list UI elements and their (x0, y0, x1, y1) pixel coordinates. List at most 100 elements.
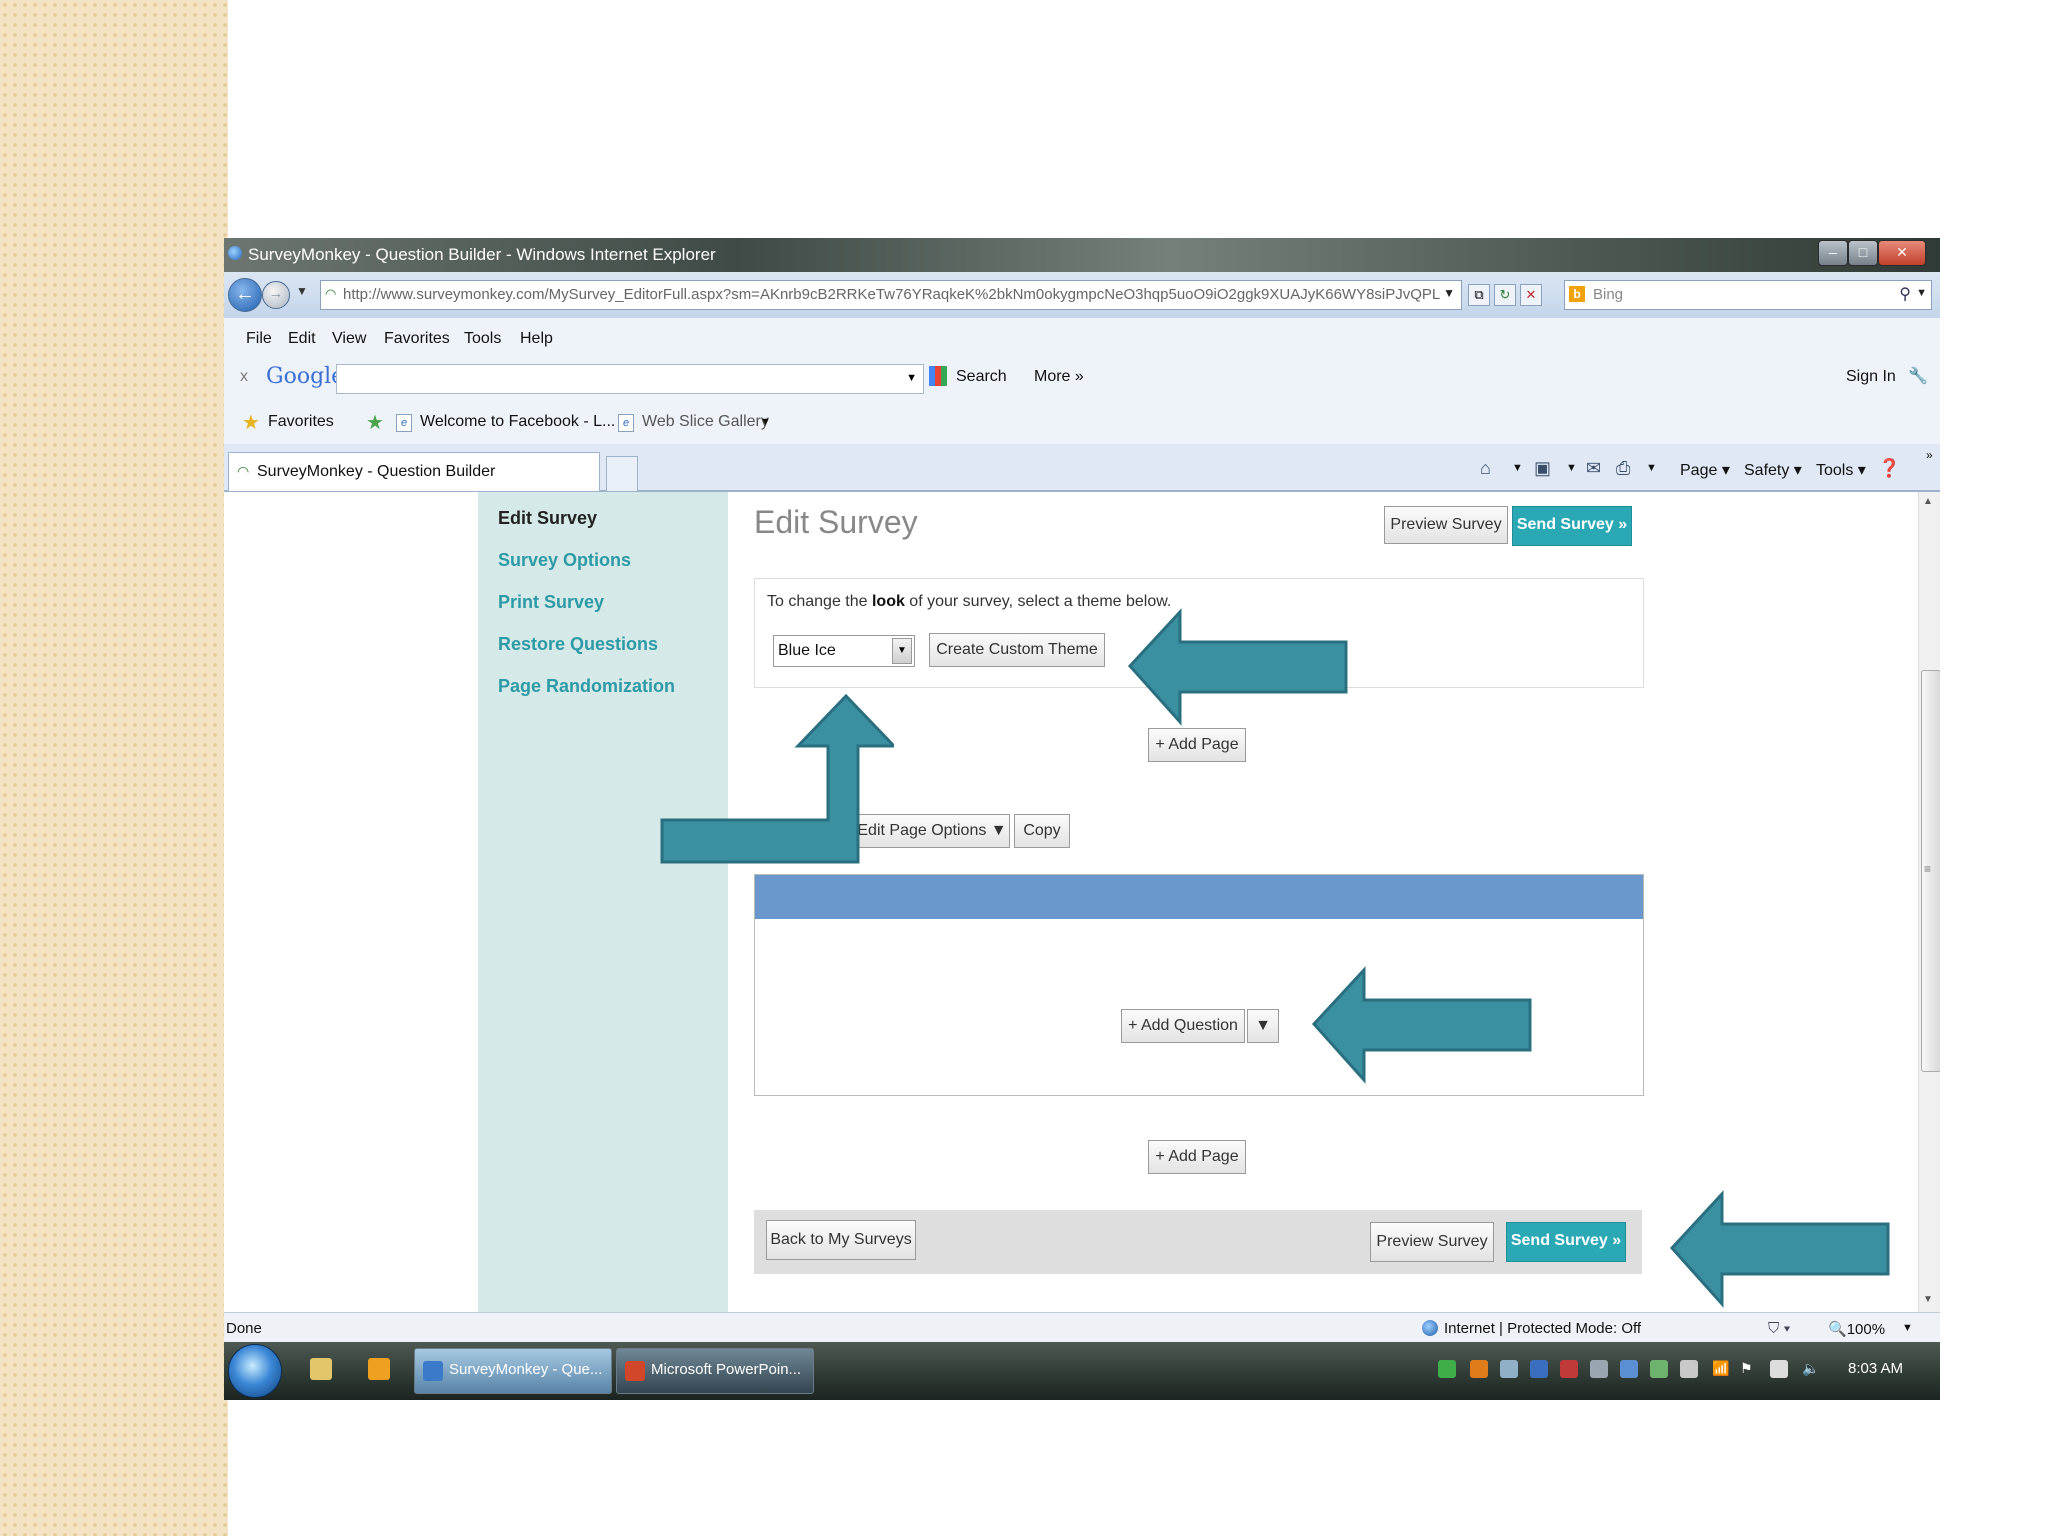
start-button[interactable] (228, 1344, 282, 1398)
copy-page-button[interactable]: Copy (1014, 814, 1070, 848)
favorites-star-icon: ★ (242, 412, 260, 434)
scroll-down-icon[interactable]: ▼ (1923, 1294, 1933, 1305)
google-more-button[interactable]: More » (1034, 368, 1084, 386)
close-toolbar-icon[interactable]: x (240, 368, 248, 386)
send-survey-button[interactable]: Send Survey » (1512, 506, 1632, 546)
tray-icon[interactable] (1680, 1360, 1698, 1378)
sidebar-item-page-randomization[interactable]: Page Randomization (498, 676, 675, 697)
print-icon[interactable]: ⎙ (1616, 458, 1630, 479)
send-survey-button-bottom[interactable]: Send Survey » (1506, 1222, 1626, 1262)
compatibility-icon[interactable]: ⧉ (1468, 284, 1490, 306)
google-search-input[interactable]: ▼ (336, 364, 924, 394)
sign-in-link[interactable]: Sign In (1846, 368, 1896, 386)
tools-menu[interactable]: Tools ▾ (1816, 460, 1866, 480)
add-page-button[interactable]: + Add Page (1148, 728, 1246, 762)
history-dropdown-icon[interactable]: ▼ (296, 284, 308, 298)
add-favorite-icon[interactable]: ★ (366, 410, 384, 435)
help-icon[interactable]: ❓ (1878, 458, 1900, 479)
tray-icon[interactable] (1438, 1360, 1456, 1378)
preview-survey-button-bottom[interactable]: Preview Survey (1370, 1222, 1494, 1262)
safety-menu[interactable]: Safety ▾ (1744, 460, 1802, 480)
favorites-button[interactable]: Favorites (268, 413, 334, 431)
feeds-dropdown-icon[interactable]: ▼ (1566, 462, 1577, 474)
zoom-level[interactable]: 🔍100% (1828, 1320, 1885, 1338)
menu-file[interactable]: File (246, 330, 272, 348)
address-bar[interactable]: ◠ http://www.surveymonkey.com/MySurvey_E… (320, 280, 1462, 310)
survey-sidebar: Edit Survey Survey Options Print Survey … (478, 492, 728, 1312)
protected-mode-icon[interactable]: ⛉ ▾ (1768, 1320, 1791, 1337)
search-box[interactable]: b Bing ⚲ ▼ (1564, 280, 1932, 310)
vertical-scrollbar[interactable]: ▲ ≡ ▼ (1918, 492, 1940, 1312)
ie-icon (228, 246, 242, 260)
taskbar-item-surveymonkey[interactable]: SurveyMonkey - Que... (414, 1348, 612, 1394)
menu-view[interactable]: View (332, 330, 366, 348)
google-search-button[interactable]: Search (956, 368, 1007, 386)
back-button[interactable]: ← (228, 278, 262, 312)
survey-footer-bar: Back to My Surveys Preview Survey Send S… (754, 1210, 1642, 1274)
home-dropdown-icon[interactable]: ▼ (1512, 462, 1523, 474)
new-tab-button[interactable] (606, 456, 638, 491)
taskbar-item-label: SurveyMonkey - Que... (449, 1361, 603, 1378)
globe-icon (1422, 1320, 1438, 1336)
search-icon[interactable]: ⚲ (1899, 284, 1911, 304)
power-icon[interactable] (1770, 1360, 1788, 1378)
preview-survey-button[interactable]: Preview Survey (1384, 506, 1508, 544)
maximize-button[interactable]: □ (1848, 240, 1878, 266)
tray-icon[interactable] (1500, 1360, 1518, 1378)
stop-icon[interactable]: ✕ (1520, 284, 1542, 306)
menu-help[interactable]: Help (520, 330, 553, 348)
feeds-icon[interactable]: ▣ (1534, 458, 1551, 479)
home-icon[interactable]: ⌂ (1480, 458, 1491, 479)
tray-icon[interactable] (1590, 1360, 1608, 1378)
minimize-button[interactable]: – (1818, 240, 1848, 266)
menu-edit[interactable]: Edit (288, 330, 316, 348)
sidebar-item-survey-options[interactable]: Survey Options (498, 550, 631, 571)
web-slice-dropdown-icon[interactable]: ▼ (760, 416, 771, 428)
search-dropdown-icon[interactable]: ▼ (1916, 287, 1927, 299)
ie-page-icon: e (396, 414, 412, 432)
add-question-menu-button[interactable]: ▼ (1247, 1009, 1279, 1043)
google-logo: Google (266, 364, 345, 389)
tray-icon[interactable] (1560, 1360, 1578, 1378)
security-zone: Internet | Protected Mode: Off (1444, 1320, 1642, 1337)
menu-bar: File Edit View Favorites Tools Help (224, 318, 1940, 359)
menu-tools[interactable]: Tools (464, 330, 501, 348)
tray-icon[interactable] (1470, 1360, 1488, 1378)
sidebar-item-edit-survey[interactable]: Edit Survey (498, 508, 597, 529)
wrench-icon[interactable]: 🔧 (1908, 366, 1928, 386)
media-player-icon[interactable] (368, 1358, 390, 1380)
network-icon[interactable]: 📶 (1712, 1360, 1730, 1378)
add-question-button[interactable]: + Add Question (1121, 1009, 1245, 1043)
back-to-my-surveys-button[interactable]: Back to My Surveys (766, 1220, 916, 1260)
explorer-icon[interactable] (310, 1358, 332, 1380)
address-dropdown-icon[interactable]: ▼ (1443, 286, 1455, 300)
tab-surveymonkey[interactable]: ◠ SurveyMonkey - Question Builder (228, 452, 600, 491)
flag-icon[interactable]: ⚑ (1740, 1360, 1758, 1378)
tray-icon[interactable] (1650, 1360, 1668, 1378)
chevron-more-icon[interactable]: » (1926, 448, 1933, 462)
print-dropdown-icon[interactable]: ▼ (1646, 462, 1657, 474)
google-dropdown-icon[interactable]: ▼ (906, 372, 917, 384)
web-slice-gallery[interactable]: Web Slice Gallery (642, 413, 769, 431)
add-page-button-bottom[interactable]: + Add Page (1148, 1140, 1246, 1174)
theme-select-value: Blue Ice (778, 642, 836, 659)
create-custom-theme-button[interactable]: Create Custom Theme (929, 633, 1105, 667)
tray-icon[interactable] (1530, 1360, 1548, 1378)
zoom-dropdown-icon[interactable]: ▼ (1902, 1322, 1913, 1334)
sidebar-item-print-survey[interactable]: Print Survey (498, 592, 604, 613)
google-toolbar: x Google ▼ Search More » Sign In 🔧 (224, 358, 1940, 401)
sidebar-item-restore-questions[interactable]: Restore Questions (498, 634, 658, 655)
chevron-down-icon[interactable]: ▼ (892, 638, 912, 664)
mail-icon[interactable]: ✉ (1586, 458, 1601, 479)
page-menu[interactable]: Page ▾ (1680, 460, 1730, 480)
theme-select[interactable]: Blue Ice ▼ (773, 635, 915, 667)
forward-button[interactable]: → (262, 281, 290, 309)
favorite-facebook[interactable]: Welcome to Facebook - L... (420, 413, 615, 431)
scroll-up-icon[interactable]: ▲ (1923, 496, 1933, 507)
tray-icon[interactable] (1620, 1360, 1638, 1378)
volume-icon[interactable]: 🔈 (1802, 1360, 1820, 1378)
close-window-button[interactable]: ✕ (1878, 240, 1926, 266)
refresh-icon[interactable]: ↻ (1494, 284, 1516, 306)
taskbar-item-powerpoint[interactable]: Microsoft PowerPoin... (616, 1348, 814, 1394)
menu-favorites[interactable]: Favorites (384, 330, 450, 348)
